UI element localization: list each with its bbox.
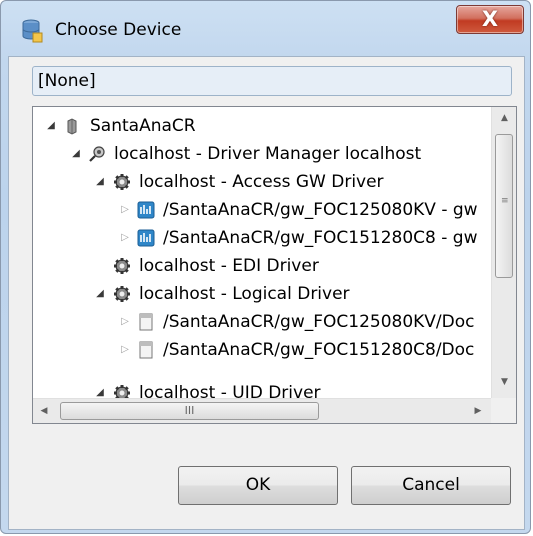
expanded-arrow-icon[interactable]: ◢: [94, 379, 106, 398]
gear-icon: [114, 258, 130, 274]
tree-node-gw-foc125080kv[interactable]: ▷ /SantaAnaCR/gw_FOC125080KV - gw: [33, 196, 491, 224]
tree-node-uid-driver[interactable]: ◢ localhost - UID Driver: [33, 379, 491, 398]
document-icon: [139, 313, 153, 331]
tree-node-label: localhost - Driver Manager localhost: [114, 144, 422, 164]
cylinder-icon: [67, 118, 77, 135]
tree-node-label: /SantaAnaCR/gw_FOC151280C8/Doc: [163, 340, 475, 360]
close-icon: X: [481, 7, 499, 31]
choose-device-dialog: Choose Device X [None] ◢ SantaAnaCR ◢ lo…: [0, 0, 531, 534]
expanded-arrow-icon[interactable]: ◢: [45, 112, 57, 140]
gear-icon: [114, 385, 130, 398]
tree-node-label: localhost - Access GW Driver: [139, 172, 384, 192]
horizontal-scrollbar[interactable]: ◀ III ▶: [33, 398, 491, 423]
collapsed-arrow-icon[interactable]: ▷: [119, 196, 131, 224]
database-app-icon: [22, 19, 43, 43]
title-bar[interactable]: Choose Device X: [1, 1, 530, 57]
tree-node-logical-driver[interactable]: ◢ localhost - Logical Driver: [33, 280, 491, 308]
scroll-down-arrow-icon[interactable]: ▼: [492, 377, 516, 387]
scroll-right-arrow-icon[interactable]: ▶: [471, 406, 485, 416]
tree-node-doc-foc125080kv[interactable]: ▷ /SantaAnaCR/gw_FOC125080KV/Doc: [33, 308, 491, 336]
device-icon: [137, 229, 155, 247]
tree-viewport: ◢ SantaAnaCR ◢ localhost - Driver Manage…: [33, 107, 491, 398]
gear-icon: [114, 174, 130, 190]
close-button[interactable]: X: [456, 5, 524, 34]
collapsed-arrow-icon[interactable]: ▷: [119, 336, 131, 364]
selected-device-field[interactable]: [None]: [32, 66, 512, 96]
grip-icon: ≡: [501, 196, 509, 206]
tree-node-label: /SantaAnaCR/gw_FOC125080KV/Doc: [163, 312, 475, 332]
dialog-title: Choose Device: [55, 20, 182, 40]
tree-node-santaanacr[interactable]: ◢ SantaAnaCR: [33, 112, 491, 140]
scrollbar-corner: [491, 398, 516, 423]
document-icon: [139, 341, 153, 359]
tree-node-label: /SantaAnaCR/gw_FOC125080KV - gw: [163, 200, 478, 220]
tree-node-doc-foc151280c8[interactable]: ▷ /SantaAnaCR/gw_FOC151280C8/Doc: [33, 336, 491, 364]
horizontal-scroll-thumb[interactable]: III: [60, 402, 319, 420]
tree-node-label: localhost - UID Driver: [139, 383, 321, 398]
scroll-left-arrow-icon[interactable]: ◀: [37, 406, 51, 416]
collapsed-arrow-icon[interactable]: ▷: [119, 224, 131, 252]
expanded-arrow-icon[interactable]: ◢: [94, 280, 106, 308]
gear-icon: [114, 286, 130, 302]
tree-node-label: localhost - EDI Driver: [139, 256, 319, 276]
device-icon: [137, 201, 155, 219]
vertical-scrollbar[interactable]: ▲ ≡ ▼: [491, 107, 516, 398]
tree-node-edi-driver[interactable]: localhost - EDI Driver: [33, 252, 491, 280]
collapsed-arrow-icon[interactable]: ▷: [119, 308, 131, 336]
tree-node-label: /SantaAnaCR/gw_FOC151280C8 - gw: [163, 228, 478, 248]
tree-node-access-gw-driver[interactable]: ◢ localhost - Access GW Driver: [33, 168, 491, 196]
dialog-body: [None] ◢ SantaAnaCR ◢ localhost - Driver…: [8, 56, 525, 530]
plug-icon: [89, 146, 105, 162]
scroll-up-arrow-icon[interactable]: ▲: [492, 113, 516, 123]
expanded-arrow-icon[interactable]: ◢: [94, 168, 106, 196]
tree-node-label: SantaAnaCR: [90, 116, 196, 136]
expanded-arrow-icon[interactable]: ◢: [70, 140, 82, 168]
tree-node-gw-foc151280c8[interactable]: ▷ /SantaAnaCR/gw_FOC151280C8 - gw: [33, 224, 491, 252]
vertical-scroll-thumb[interactable]: ≡: [495, 134, 513, 278]
ok-button[interactable]: OK: [178, 466, 338, 505]
tree-node-label: localhost - Logical Driver: [139, 284, 350, 304]
tree-node-driver-manager[interactable]: ◢ localhost - Driver Manager localhost: [33, 140, 491, 168]
cancel-button[interactable]: Cancel: [351, 466, 511, 505]
device-tree[interactable]: ◢ SantaAnaCR ◢ localhost - Driver Manage…: [32, 106, 517, 424]
